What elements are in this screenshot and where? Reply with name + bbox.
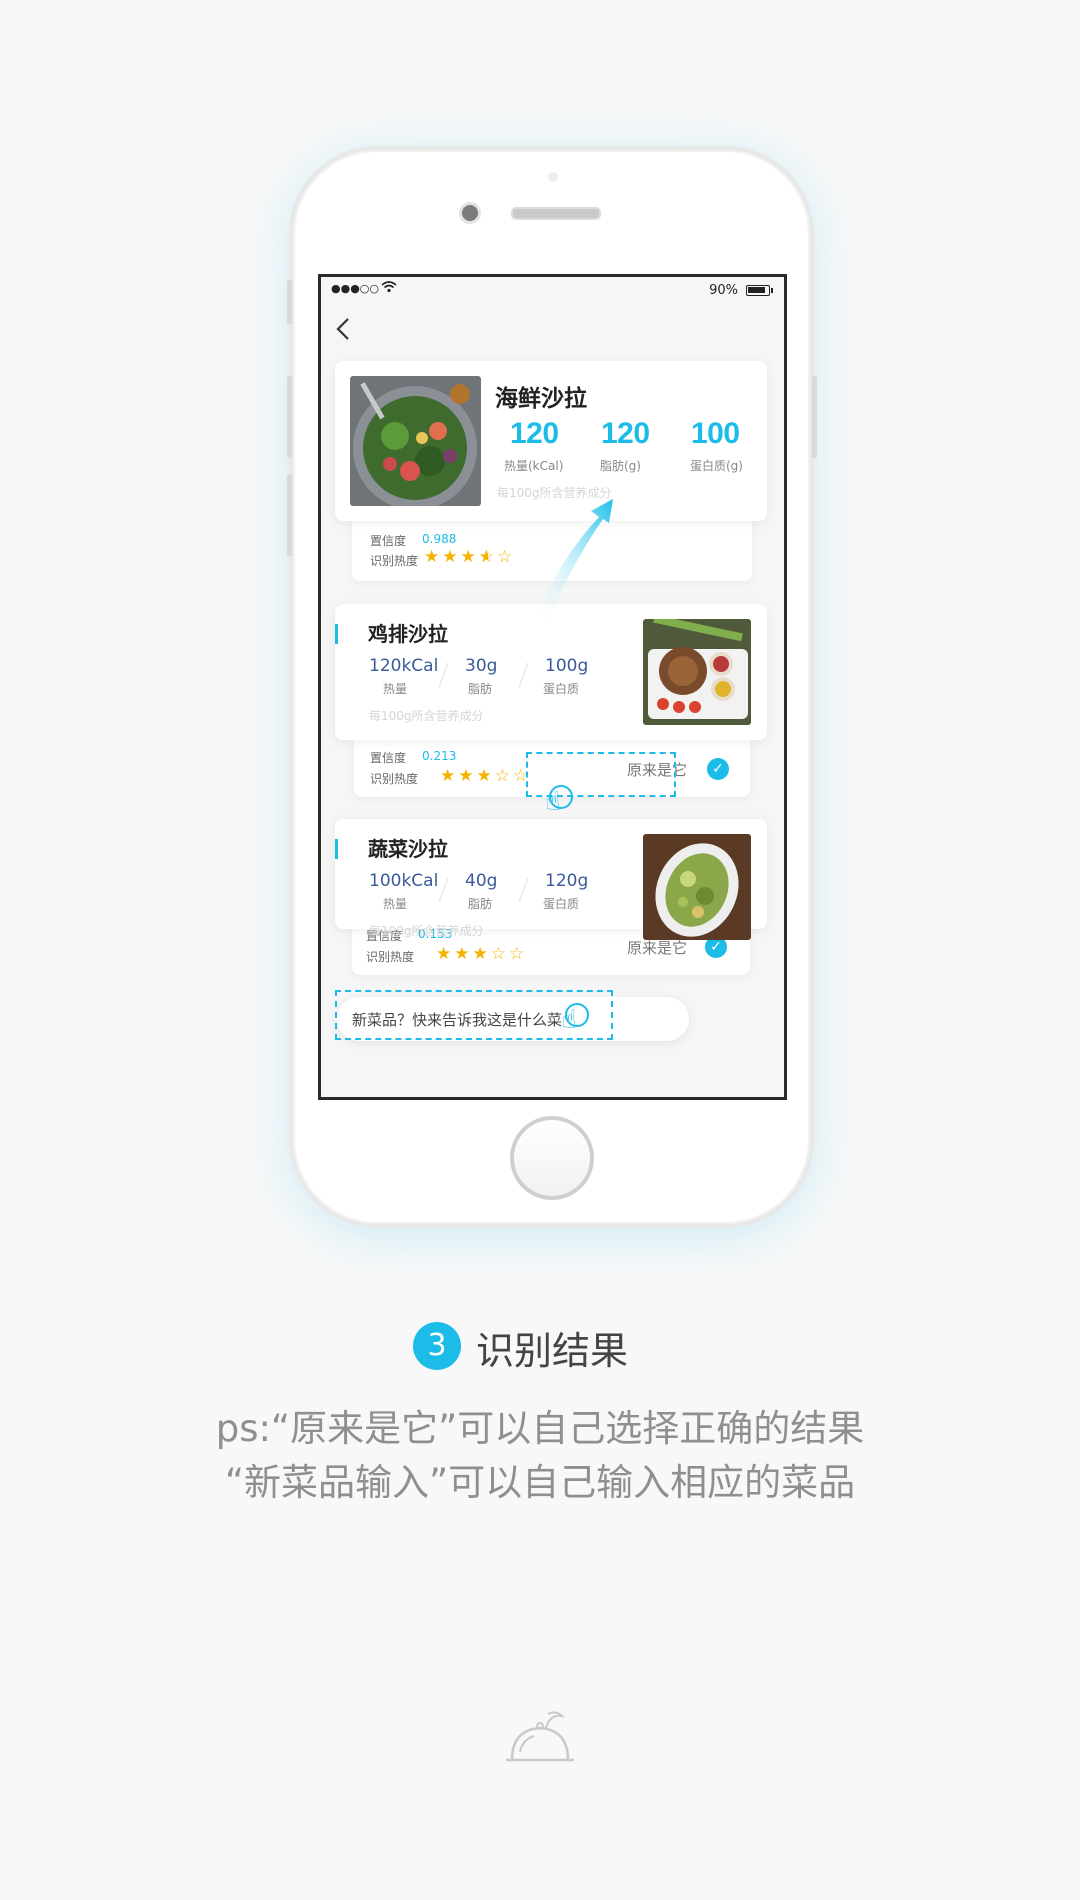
rating-stars: ★★★☆☆ [436, 944, 528, 964]
protein-value: 100 [691, 417, 740, 450]
nutrition-note: 每100g所含营养成分 [369, 709, 484, 723]
confidence-value: 0.988 [422, 532, 457, 546]
calories-label: 热量 [383, 682, 408, 696]
calories-label: 热量 [383, 897, 408, 911]
step-title: 识别结果 [476, 1329, 629, 1373]
status-bar: ●●●○○ 90% [321, 277, 784, 305]
home-button[interactable] [510, 1116, 594, 1200]
vegetable-salad-image [643, 834, 751, 940]
popularity-label: 识别热度 [366, 950, 415, 964]
fat-label: 脂肪 [468, 897, 493, 911]
divider [518, 877, 529, 903]
fat-value: 120 [601, 417, 650, 450]
battery-percent: 90% [709, 283, 738, 298]
food-cloche-icon [506, 1711, 574, 1762]
nutrition-note: 每100g所含营养成分 [369, 924, 484, 938]
divider [438, 877, 449, 903]
divider [518, 662, 529, 688]
battery-icon [746, 285, 773, 296]
phone-speaker [511, 207, 601, 220]
check-icon[interactable]: ✓ [707, 758, 729, 780]
calories-value: 120kCal [369, 656, 439, 676]
confidence-value: 0.213 [422, 749, 457, 763]
candidate-card[interactable]: 蔬菜沙拉 100kCal 热量 40g 脂肪 120g 蛋白质 每100g所含营… [335, 819, 767, 940]
fat-value: 30g [465, 656, 498, 676]
protein-label: 蛋白质(g) [690, 459, 743, 473]
wifi-icon [381, 281, 397, 297]
caption-line-2: “新菜品输入”可以自己输入相应的菜品 [224, 1461, 856, 1504]
phone-sensor [548, 172, 558, 182]
phone-volume-up [287, 376, 292, 458]
divider [438, 662, 449, 688]
signal-strength: ●●●○○ [331, 282, 379, 295]
caption-line-1: ps:“原来是它”可以自己选择正确的结果 [215, 1407, 865, 1450]
confidence-label: 置信度 [370, 534, 407, 548]
tap-hand-icon: ☝ [545, 787, 561, 817]
protein-value: 120g [545, 871, 589, 891]
chevron-left-icon[interactable] [335, 317, 351, 346]
calories-value: 100kCal [369, 871, 439, 891]
fat-value: 40g [465, 871, 498, 891]
result-title: 海鲜沙拉 [495, 386, 587, 412]
phone-camera [459, 202, 481, 224]
rating-stars: ★★★☆★☆ [424, 547, 516, 567]
confirm-label[interactable]: 原来是它 [627, 937, 687, 958]
protein-label: 蛋白质 [543, 897, 580, 911]
candidate-title: 鸡排沙拉 [368, 622, 448, 646]
seafood-salad-image [350, 376, 481, 506]
popularity-label: 识别热度 [370, 554, 419, 568]
accent-bar [335, 624, 338, 644]
rating-stars: ★★★☆☆ [440, 766, 532, 786]
phone-power-button [812, 376, 817, 458]
fat-label: 脂肪 [468, 682, 493, 696]
step-number-badge: 3 [413, 1322, 461, 1370]
protein-value: 100g [545, 656, 589, 676]
protein-label: 蛋白质 [543, 682, 580, 696]
swipe-arrow-icon [533, 499, 613, 622]
fat-label: 脂肪(g) [600, 459, 641, 473]
popularity-label: 识别热度 [370, 772, 419, 786]
app-screen: ●●●○○ 90% 置信度 0.988 识别热度 ★★★☆★☆ [318, 274, 787, 1100]
accent-bar [335, 839, 338, 859]
tap-hand-icon: ☝ [561, 1005, 577, 1035]
candidate-title: 蔬菜沙拉 [368, 837, 448, 861]
confidence-label: 置信度 [370, 751, 407, 765]
phone-volume-down [287, 474, 292, 556]
calories-label: 热量(kCal) [504, 459, 564, 473]
chicken-salad-image [643, 619, 751, 725]
calories-value: 120 [510, 417, 559, 450]
phone-mute-switch [287, 280, 292, 324]
